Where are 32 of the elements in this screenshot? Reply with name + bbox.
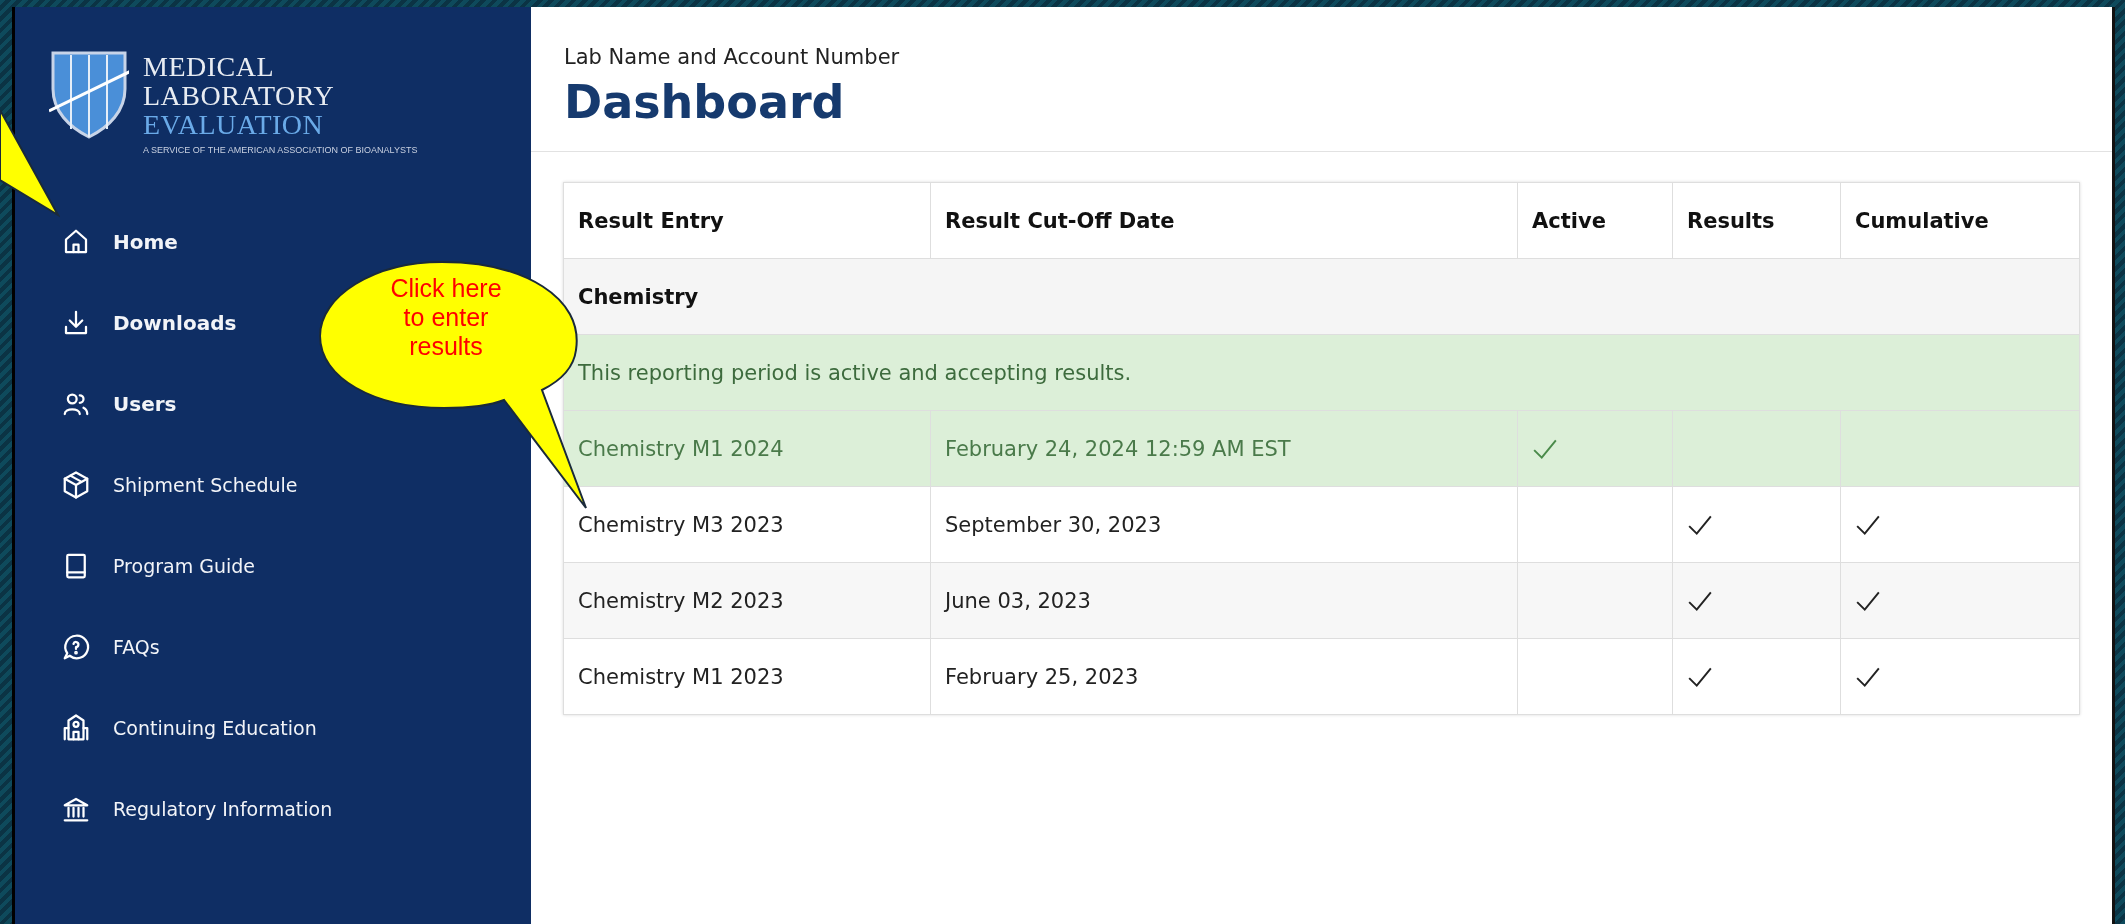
- column-header: Cumulative: [1840, 182, 2080, 259]
- notice-message: This reporting period is active and accepting results.: [563, 334, 2080, 411]
- column-header: Active: [1517, 182, 1673, 259]
- table-cell: Chemistry M3 2023: [563, 486, 931, 563]
- box-icon: [61, 469, 91, 500]
- table-cell: February 24, 2024 12:59 AM EST: [930, 410, 1518, 487]
- table-cell: Chemistry M1 2023: [563, 638, 931, 715]
- sidebar-item[interactable]: Downloads: [61, 282, 237, 363]
- school-building-icon: [61, 712, 91, 743]
- sidebar-item[interactable]: Regulatory Information: [61, 768, 333, 849]
- page-title: Dashboard: [564, 75, 846, 129]
- table-cell: September 30, 2023: [930, 486, 1518, 563]
- column-header: Result Entry: [563, 182, 931, 259]
- logo-wordmark: MEDICAL: [143, 52, 276, 81]
- sidebar-item[interactable]: Users: [61, 363, 177, 444]
- logo-tagline: A SERVICE OF THE AMERICAN ASSOCIATION OF BIOANALYSTS: [143, 145, 418, 155]
- callout-text: Click here to enter results: [389, 274, 503, 361]
- group-heading: Chemistry: [563, 258, 2080, 335]
- sidebar-item[interactable]: Home: [61, 201, 178, 282]
- table-cell: Chemistry M1 2024: [563, 410, 931, 487]
- sidebar-item[interactable]: Continuing Education: [61, 687, 317, 768]
- sidebar-item[interactable]: Program Guide: [61, 525, 255, 606]
- logo-wordmark: LABORATORY: [143, 81, 336, 110]
- column-header: Results: [1672, 182, 1841, 259]
- table-cell: February 25, 2023: [930, 638, 1518, 715]
- sidebar-item[interactable]: Shipment Schedule: [61, 444, 298, 525]
- table-cell: June 03, 2023: [930, 562, 1518, 639]
- logo-wordmark: EVALUATION: [143, 110, 325, 139]
- page-subtitle: Lab Name and Account Number: [564, 45, 901, 69]
- table-cell: Chemistry M2 2023: [563, 562, 931, 639]
- sidebar-item[interactable]: FAQs: [61, 606, 160, 687]
- column-header: Result Cut-Off Date: [930, 182, 1518, 259]
